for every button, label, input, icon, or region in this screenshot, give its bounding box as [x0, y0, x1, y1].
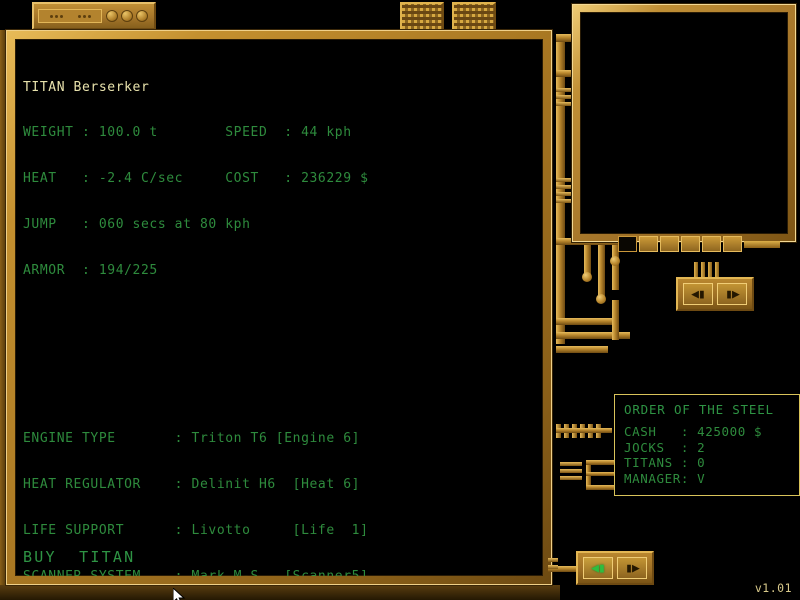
pipe-decor [556, 318, 616, 325]
component-line[interactable]: HEAT REGULATOR : Delinit H6 [Heat 6] [23, 477, 369, 492]
version-label: v1.01 [754, 581, 792, 595]
nodule-icon [582, 272, 592, 282]
page-prev-button[interactable]: ◀▮ [583, 557, 613, 579]
titan-title: TITAN Berserker [23, 79, 150, 95]
comb-decor [560, 462, 582, 480]
decor-knob-group [106, 10, 150, 22]
stat-line: WEIGHT : 100.0 t SPEED : 44 kph [23, 125, 352, 141]
knob-icon [106, 10, 118, 22]
bottom-rail-decor [0, 585, 560, 600]
pipe-decor [586, 460, 616, 465]
pipe-decor [556, 346, 608, 353]
game-screen: TITAN Berserker WEIGHT : 100.0 t SPEED :… [0, 0, 800, 600]
order-stat-row: TITANS : 0 [624, 455, 706, 470]
segment [681, 236, 700, 252]
decor-dot-group [49, 14, 63, 18]
order-stat-row: MANAGER: V [624, 470, 706, 486]
nodule-icon [596, 294, 606, 304]
next-titan-button[interactable]: ▮▶ [717, 283, 747, 305]
segment [660, 236, 679, 252]
screen-page-nav: ◀▮ ▮▶ [576, 551, 654, 585]
titan-preview-screen [580, 12, 788, 234]
arrow-right-icon: ▮▶ [625, 560, 640, 576]
terminal-screen: TITAN Berserker WEIGHT : 100.0 t SPEED :… [15, 39, 543, 576]
arrow-right-icon: ▮▶ [725, 286, 740, 302]
nodule-icon [610, 256, 620, 266]
segment [639, 236, 658, 252]
titan-browse-nav: ◀▮ ▮▶ [676, 277, 754, 311]
component-line[interactable]: LIFE SUPPORT : Livotto [Life 1] [23, 523, 369, 538]
page-next-button[interactable]: ▮▶ [617, 557, 647, 579]
knob-icon [136, 10, 148, 22]
component-line[interactable]: SCANNER SYSTEM : Mark M-S [Scanner5] [23, 569, 369, 576]
pipe-decor [598, 240, 605, 302]
buy-titan-button[interactable]: BUY TITAN [23, 548, 135, 566]
pipe-decor [586, 485, 616, 490]
arrow-left-icon: ◀▮ [691, 286, 706, 302]
knob-icon [121, 10, 133, 22]
segment-tail [744, 240, 780, 248]
prev-titan-button[interactable]: ◀▮ [683, 283, 713, 305]
order-of-the-steel-panel: ORDER OF THE STEEL CASH : 425000 $ JOCKS… [614, 394, 800, 496]
pipe-decor [612, 300, 619, 340]
segment-empty [618, 236, 637, 252]
arrow-left-icon: ◀▮ [591, 560, 606, 576]
component-line[interactable]: ENGINE TYPE : Triton T6 [Engine 6] [23, 431, 369, 446]
titan-info-panel: TITAN Berserker WEIGHT : 100.0 t SPEED :… [6, 30, 552, 585]
decor-indicator-slot [38, 9, 102, 23]
stat-line: ARMOR : 194/225 [23, 263, 158, 279]
segment [702, 236, 721, 252]
titan-preview-viewport [572, 4, 796, 242]
titan-readout: TITAN Berserker WEIGHT : 100.0 t SPEED :… [23, 49, 369, 576]
stat-line: HEAT : -2.4 C/sec COST : 236229 $ [23, 171, 369, 187]
order-stat-row: JOCKS : 2 [624, 439, 706, 455]
stat-line: JUMP : 060 secs at 80 kph [23, 217, 251, 233]
top-left-decor-module [32, 2, 156, 30]
segment [723, 236, 742, 252]
viewport-segment-bar [618, 236, 780, 252]
order-panel-title: ORDER OF THE STEEL [624, 402, 774, 417]
pipe-decor [556, 428, 612, 433]
order-stat-row: CASH : 425000 $ [624, 424, 763, 439]
decor-dot-group [77, 14, 91, 18]
comb-decor [548, 558, 558, 569]
